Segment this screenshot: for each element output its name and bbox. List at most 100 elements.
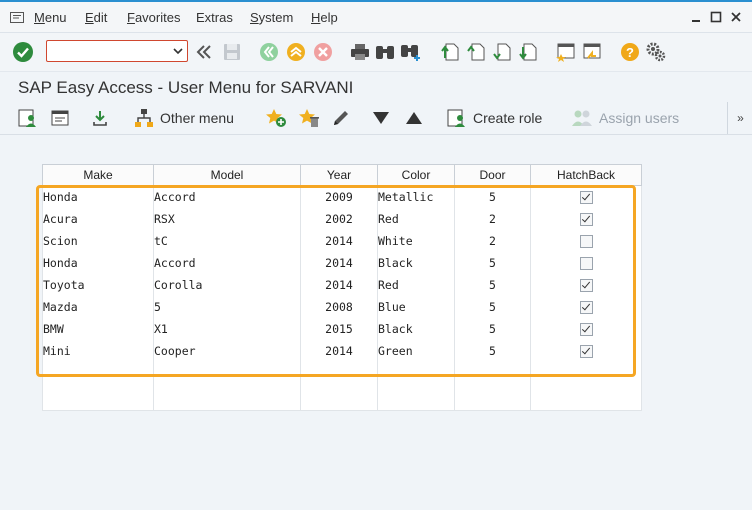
minimize-icon[interactable] bbox=[690, 11, 702, 23]
menu-extras[interactable]: Extras bbox=[196, 10, 233, 25]
cell-year[interactable]: 2014 bbox=[300, 230, 378, 252]
table-row[interactable]: BMW X1 2015 Black 5 bbox=[42, 318, 642, 340]
cell-make[interactable]: Mazda bbox=[42, 296, 154, 318]
first-page-button[interactable] bbox=[439, 41, 461, 63]
cell-year[interactable]: 2002 bbox=[300, 208, 378, 230]
cell-year[interactable]: 2014 bbox=[300, 252, 378, 274]
more-toolbar-button[interactable]: » bbox=[727, 102, 752, 134]
cell-year[interactable]: 2014 bbox=[300, 340, 378, 362]
hatchback-checkbox[interactable] bbox=[579, 235, 593, 248]
change-favorite-button[interactable] bbox=[331, 108, 351, 128]
cell-make[interactable]: Honda bbox=[42, 252, 154, 274]
find-button[interactable] bbox=[374, 41, 396, 63]
cell-color[interactable]: Red bbox=[377, 274, 455, 296]
cell-year[interactable]: 2009 bbox=[300, 185, 378, 208]
previous-page-button[interactable] bbox=[465, 41, 487, 63]
column-header-year[interactable]: Year bbox=[300, 164, 378, 186]
cancel-button[interactable] bbox=[312, 41, 334, 63]
cell-make[interactable]: Honda bbox=[42, 185, 154, 208]
create-shortcut-button[interactable] bbox=[581, 41, 603, 63]
cell-door[interactable]: 2 bbox=[454, 230, 531, 252]
enter-button[interactable] bbox=[12, 41, 34, 63]
cell-model[interactable]: 5 bbox=[153, 296, 301, 318]
cell-color[interactable]: Black bbox=[377, 252, 455, 274]
cell-model[interactable]: RSX bbox=[153, 208, 301, 230]
next-page-button[interactable] bbox=[491, 41, 513, 63]
cell-color[interactable]: Metallic bbox=[377, 185, 455, 208]
create-role-button[interactable]: Create role bbox=[447, 108, 542, 128]
move-down-button[interactable] bbox=[372, 108, 390, 128]
cell-make[interactable]: Toyota bbox=[42, 274, 154, 296]
move-up-button[interactable] bbox=[405, 108, 423, 128]
assign-users-button[interactable]: Assign users bbox=[571, 108, 679, 128]
table-row[interactable]: Honda Accord 2014 Black 5 bbox=[42, 252, 642, 274]
cell-color[interactable]: Black bbox=[377, 318, 455, 340]
print-button[interactable] bbox=[349, 41, 371, 63]
hatchback-checkbox[interactable] bbox=[579, 257, 593, 270]
delete-favorite-button[interactable] bbox=[298, 108, 320, 128]
hatchback-checkbox[interactable] bbox=[579, 323, 593, 336]
cell-year[interactable]: 2008 bbox=[300, 296, 378, 318]
cell-model[interactable]: Cooper bbox=[153, 340, 301, 362]
sap-menu-button[interactable] bbox=[50, 108, 70, 128]
cell-color[interactable]: White bbox=[377, 230, 455, 252]
table-row[interactable]: Toyota Corolla 2014 Red 5 bbox=[42, 274, 642, 296]
cell-make[interactable]: Acura bbox=[42, 208, 154, 230]
cell-color[interactable]: Blue bbox=[377, 296, 455, 318]
table-row[interactable]: Acura RSX 2002 Red 2 bbox=[42, 208, 642, 230]
exit-button[interactable] bbox=[285, 41, 307, 63]
hatchback-checkbox[interactable] bbox=[579, 279, 593, 292]
find-next-button[interactable] bbox=[400, 41, 422, 63]
cell-door[interactable]: 5 bbox=[454, 252, 531, 274]
column-header-door[interactable]: Door bbox=[454, 164, 531, 186]
column-header-make[interactable]: Make bbox=[42, 164, 154, 186]
table-row[interactable]: Scion tC 2014 White 2 bbox=[42, 230, 642, 252]
column-header-model[interactable]: Model bbox=[153, 164, 301, 186]
maximize-icon[interactable] bbox=[710, 11, 722, 23]
cell-door[interactable]: 5 bbox=[454, 185, 531, 208]
hatchback-checkbox[interactable] bbox=[579, 213, 593, 226]
column-header-hatchback[interactable]: HatchBack bbox=[530, 164, 642, 186]
cell-make[interactable]: BMW bbox=[42, 318, 154, 340]
table-row[interactable]: Mini Cooper 2014 Green 5 bbox=[42, 340, 642, 362]
cell-door[interactable]: 5 bbox=[454, 340, 531, 362]
cell-door[interactable]: 5 bbox=[454, 274, 531, 296]
cell-model[interactable]: Corolla bbox=[153, 274, 301, 296]
chevron-down-icon[interactable] bbox=[173, 46, 183, 56]
cell-model[interactable]: X1 bbox=[153, 318, 301, 340]
close-icon[interactable] bbox=[730, 11, 742, 23]
hatchback-checkbox[interactable] bbox=[579, 301, 593, 314]
menu-menu[interactable]: Menu bbox=[34, 10, 67, 25]
hatchback-checkbox[interactable] bbox=[579, 191, 593, 204]
add-to-favorites-button[interactable] bbox=[265, 108, 287, 128]
cell-color[interactable]: Red bbox=[377, 208, 455, 230]
hatchback-checkbox[interactable] bbox=[579, 345, 593, 358]
customize-layout-button[interactable] bbox=[645, 41, 667, 63]
collapse-toolbar-button[interactable] bbox=[193, 41, 215, 63]
menu-favorites[interactable]: Favorites bbox=[127, 10, 180, 25]
cell-model[interactable]: tC bbox=[153, 230, 301, 252]
cell-door[interactable]: 5 bbox=[454, 318, 531, 340]
cell-door[interactable]: 2 bbox=[454, 208, 531, 230]
download-button[interactable] bbox=[90, 108, 110, 128]
app-menu-icon[interactable] bbox=[10, 12, 24, 23]
table-row[interactable]: Honda Accord 2009 Metallic 5 bbox=[42, 185, 642, 208]
table-row[interactable]: Mazda 5 2008 Blue 5 bbox=[42, 296, 642, 318]
cell-make[interactable]: Scion bbox=[42, 230, 154, 252]
cell-model[interactable]: Accord bbox=[153, 185, 301, 208]
last-page-button[interactable] bbox=[517, 41, 539, 63]
cell-model[interactable]: Accord bbox=[153, 252, 301, 274]
new-session-button[interactable] bbox=[555, 41, 577, 63]
help-button[interactable]: ? bbox=[619, 41, 641, 63]
command-field[interactable] bbox=[46, 40, 188, 62]
cell-year[interactable]: 2014 bbox=[300, 274, 378, 296]
menu-help[interactable]: Help bbox=[311, 10, 338, 25]
cell-make[interactable]: Mini bbox=[42, 340, 154, 362]
save-button[interactable] bbox=[221, 41, 243, 63]
user-menu-button[interactable] bbox=[18, 108, 38, 128]
column-header-color[interactable]: Color bbox=[377, 164, 455, 186]
back-button[interactable] bbox=[258, 41, 280, 63]
cell-year[interactable]: 2015 bbox=[300, 318, 378, 340]
menu-system[interactable]: System bbox=[250, 10, 293, 25]
menu-edit[interactable]: Edit bbox=[85, 10, 107, 25]
